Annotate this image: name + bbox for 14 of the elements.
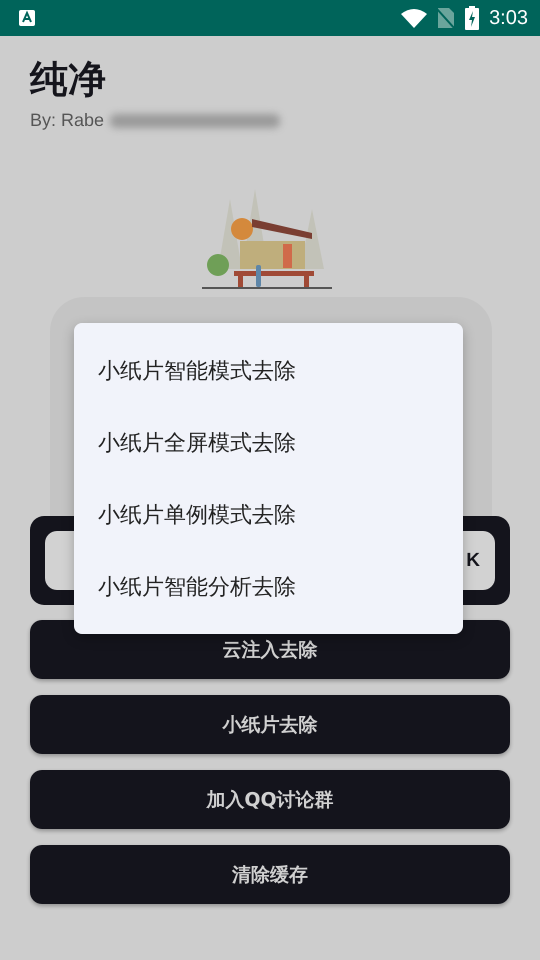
action-button[interactable]: 清除缓存: [30, 845, 510, 904]
battery-charging-icon: [465, 6, 480, 30]
menu-item[interactable]: 小纸片单例模式去除: [74, 479, 463, 551]
menu-item[interactable]: 小纸片全屏模式去除: [74, 407, 463, 479]
author-text: By: Rabe: [30, 110, 104, 131]
app-icon: [18, 9, 36, 27]
menu-item[interactable]: 小纸片智能模式去除: [74, 335, 463, 407]
status-time: 3:03: [489, 6, 528, 30]
menu-item[interactable]: 小纸片智能分析去除: [74, 551, 463, 623]
action-button[interactable]: 加入QQ讨论群: [30, 770, 510, 829]
wifi-icon: [401, 8, 428, 28]
app-title: 纯净: [30, 56, 107, 103]
no-sim-icon: [437, 7, 456, 29]
action-button[interactable]: 小纸片去除: [30, 695, 510, 754]
